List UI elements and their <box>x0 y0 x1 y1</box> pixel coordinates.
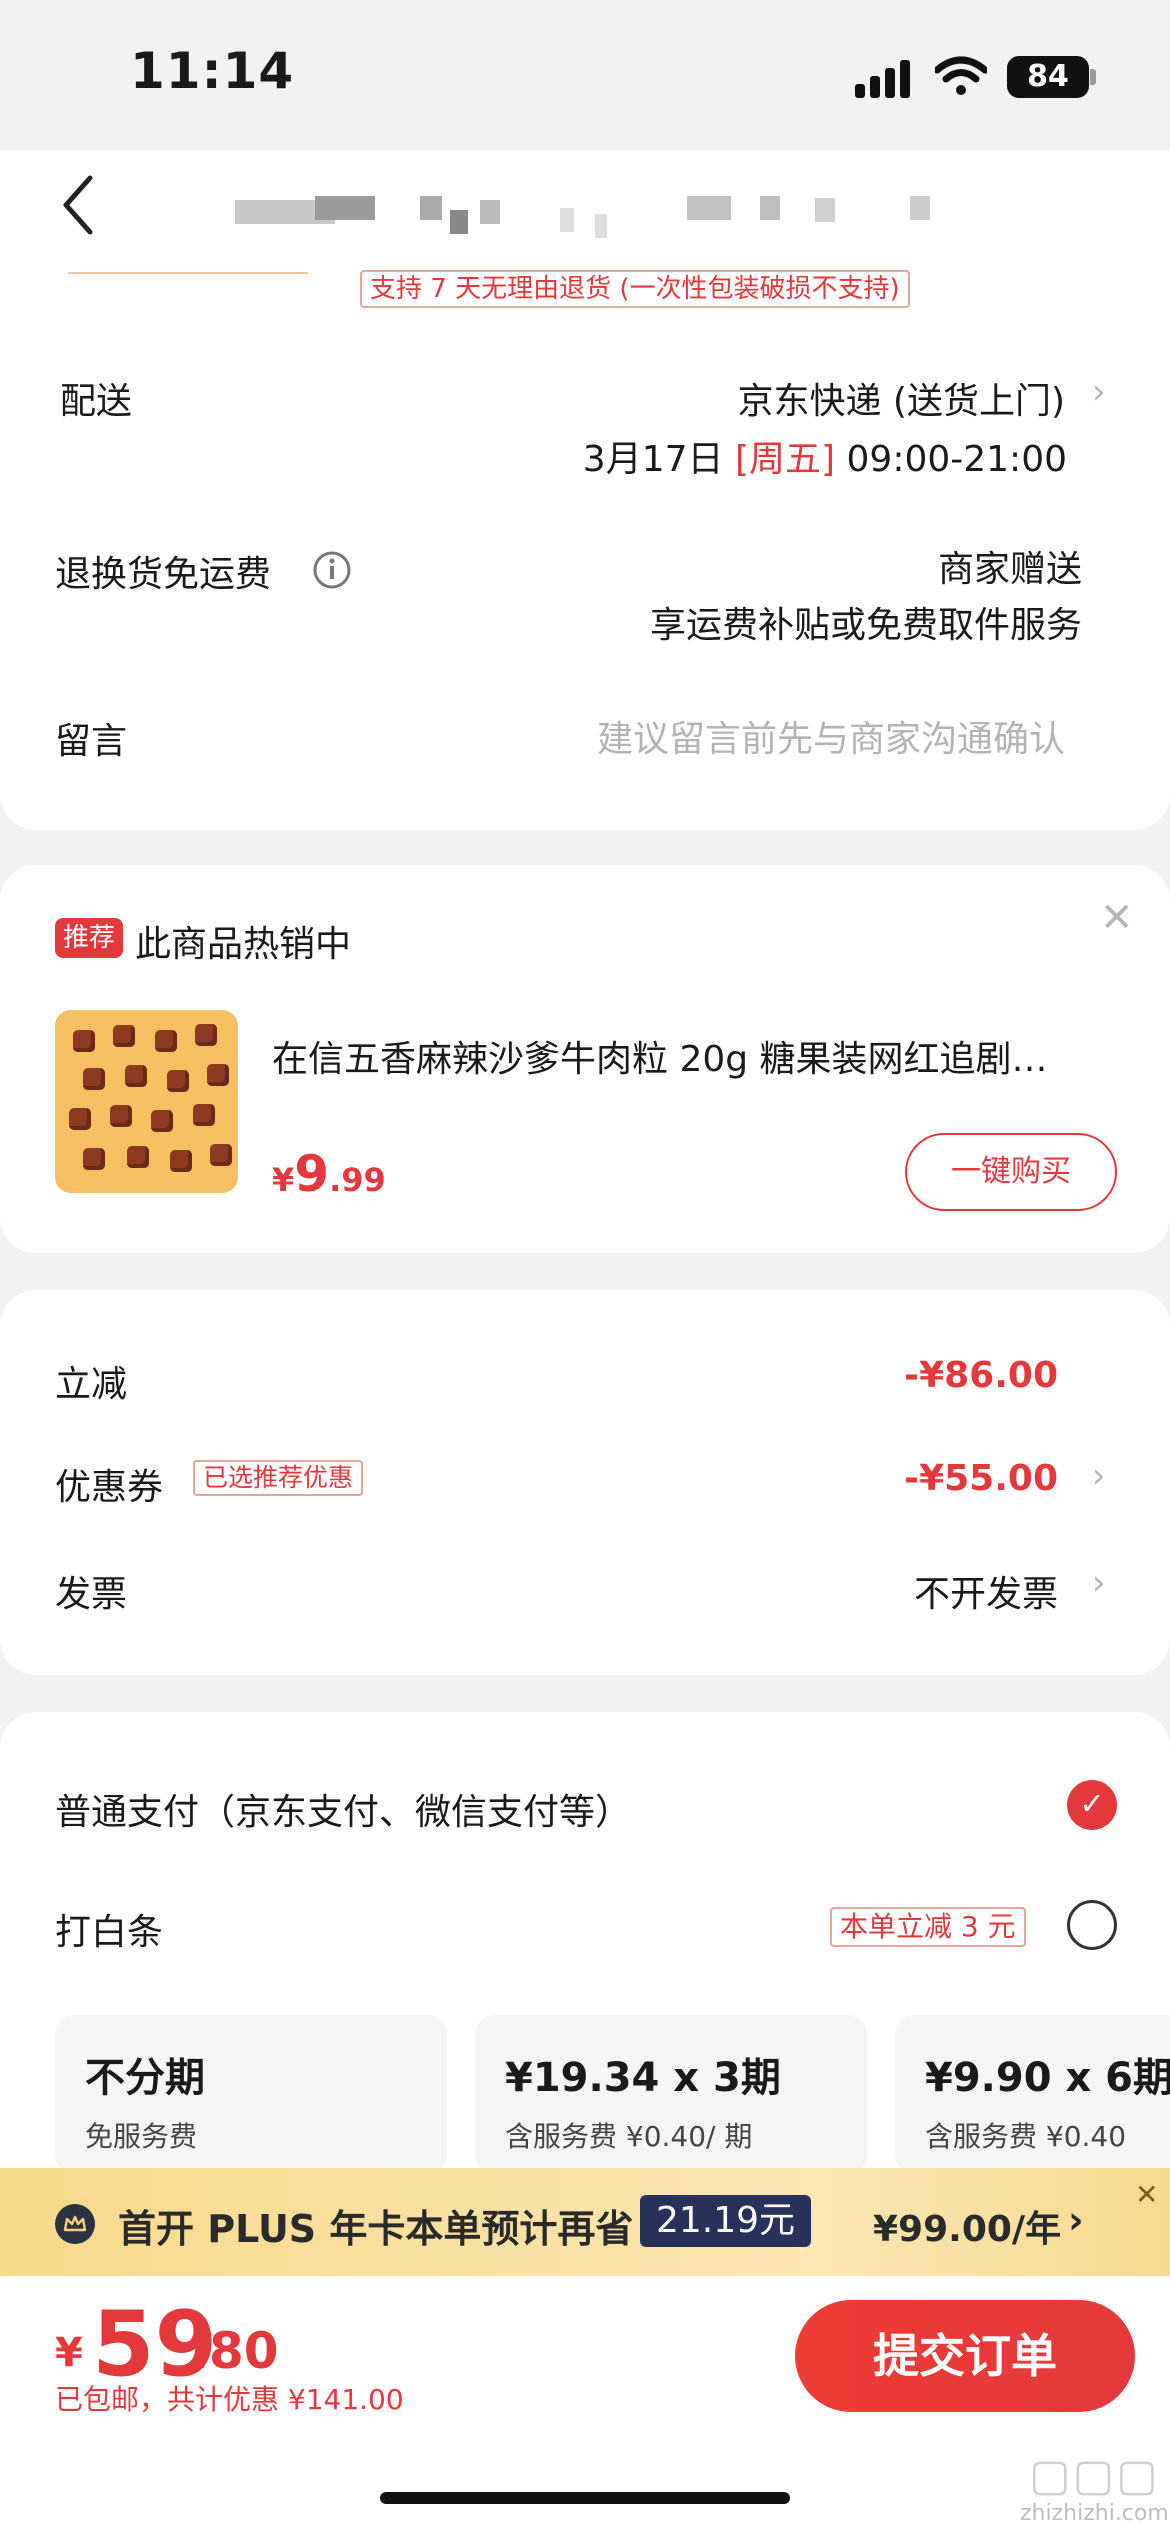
coupon-label: 优惠券 <box>55 1467 164 1508</box>
product-thumbnail[interactable] <box>55 1010 238 1193</box>
plan-title: ¥19.34 x 3期 <box>505 2055 781 2101</box>
chevron-right-icon[interactable]: › <box>1092 1563 1106 1603</box>
close-icon[interactable]: ✕ <box>1100 895 1134 941</box>
return-shipping-desc: 享运费补贴或免费取件服务 <box>649 605 1082 646</box>
watermark-text: zhizhizhi.com <box>1020 2501 1169 2526</box>
delivery-weekday: [周五] <box>734 439 836 480</box>
watermark: ▢▢▢ zhizhizhi.com <box>1020 2450 1169 2526</box>
plan-option[interactable]: ¥19.34 x 3期 含服务费 ¥0.40/ 期 <box>475 2015 867 2175</box>
delivery-hours: 09:00-21:00 <box>846 439 1067 480</box>
chevron-right-icon[interactable]: › <box>1092 372 1106 412</box>
product-price: ¥9.99 <box>272 1145 386 1203</box>
close-icon[interactable]: ✕ <box>1135 2178 1158 2211</box>
total-price-dec: .80 <box>190 2322 279 2380</box>
delivery-time[interactable]: 3月17日 [周五] 09:00-21:00 <box>583 430 1067 482</box>
one-click-buy-button[interactable]: 一键购买 <box>905 1133 1117 1211</box>
chevron-right-icon[interactable]: › <box>1092 1456 1106 1496</box>
coupon-value[interactable]: -¥55.00 <box>904 1458 1058 1499</box>
invoice-value[interactable]: 不开发票 <box>914 1565 1058 1617</box>
radio-unselected-icon[interactable] <box>1067 1900 1117 1950</box>
header-underline <box>68 272 308 274</box>
plus-price: ¥99.00/年 <box>873 2209 1062 2250</box>
normal-pay-label[interactable]: 普通支付（京东支付、微信支付等） <box>55 1783 631 1835</box>
plus-text: 首开 PLUS 年卡本单预计再省 <box>118 2207 634 2251</box>
coupon-badge: 已选推荐优惠 <box>193 1460 364 1496</box>
return-shipping-value: 商家赠送 <box>937 549 1082 590</box>
delivery-date: 3月17日 <box>582 439 724 480</box>
instant-discount-value: -¥86.00 <box>904 1355 1058 1396</box>
battery-tip <box>1090 69 1096 85</box>
invoice-label: 发票 <box>55 1574 128 1615</box>
cellular-signal-icon <box>855 58 915 98</box>
return-shipping-label: 退换货免运费 <box>55 554 272 595</box>
price-yen: ¥ <box>272 1161 295 1199</box>
check-selected-icon[interactable]: ✓ <box>1067 1780 1117 1830</box>
price-int: 9 <box>294 1145 330 1203</box>
plan-option[interactable]: ¥9.90 x 6期 含服务费 ¥0.40 <box>895 2015 1170 2175</box>
plan-title: ¥9.90 x 6期 <box>925 2055 1170 2101</box>
delivery-method[interactable]: 京东快递 (送货上门) <box>737 372 1065 424</box>
message-input[interactable]: 建议留言前先与商家沟通确认 <box>597 710 1065 762</box>
back-icon[interactable] <box>58 170 98 240</box>
recommend-tag: 推荐 <box>55 918 124 958</box>
home-indicator[interactable] <box>380 2492 790 2504</box>
price-dec: .99 <box>329 1161 386 1199</box>
return-policy-badge: 支持 7 天无理由退货 (一次性包装破损不支持) <box>360 270 910 308</box>
plan-option[interactable]: 不分期 免服务费 <box>55 2015 447 2175</box>
wifi-icon <box>935 56 987 95</box>
battery-icon: 84 <box>1007 56 1089 98</box>
message-label: 留言 <box>55 721 128 762</box>
baitiao-badge: 本单立减 3 元 <box>830 1907 1026 1947</box>
status-time: 11:14 <box>130 42 295 100</box>
blurred-title <box>235 190 995 238</box>
plan-sub: 免服务费 <box>85 2120 198 2153</box>
delivery-label: 配送 <box>60 381 133 422</box>
total-yen: ¥ <box>55 2330 83 2376</box>
plan-sub: 含服务费 ¥0.40 <box>925 2120 1127 2153</box>
recommend-title: 此商品热销中 <box>135 924 352 965</box>
plan-sub: 含服务费 ¥0.40/ 期 <box>505 2120 753 2153</box>
chevron-right-icon[interactable]: › <box>1068 2198 1084 2242</box>
baitiao-label[interactable]: 打白条 <box>55 1903 163 1955</box>
submit-order-button[interactable]: 提交订单 <box>795 2300 1135 2412</box>
plan-title: 不分期 <box>85 2055 205 2101</box>
info-icon[interactable] <box>312 550 352 590</box>
total-subtitle: 已包邮，共计优惠 ¥141.00 <box>55 2383 404 2416</box>
instant-discount-label: 立减 <box>55 1364 128 1405</box>
crown-icon <box>63 2215 87 2232</box>
product-name[interactable]: 在信五香麻辣沙爹牛肉粒 20g 糖果装网红追剧… <box>272 1030 1112 1082</box>
plus-saving-amount: 21.19元 <box>640 2195 812 2247</box>
